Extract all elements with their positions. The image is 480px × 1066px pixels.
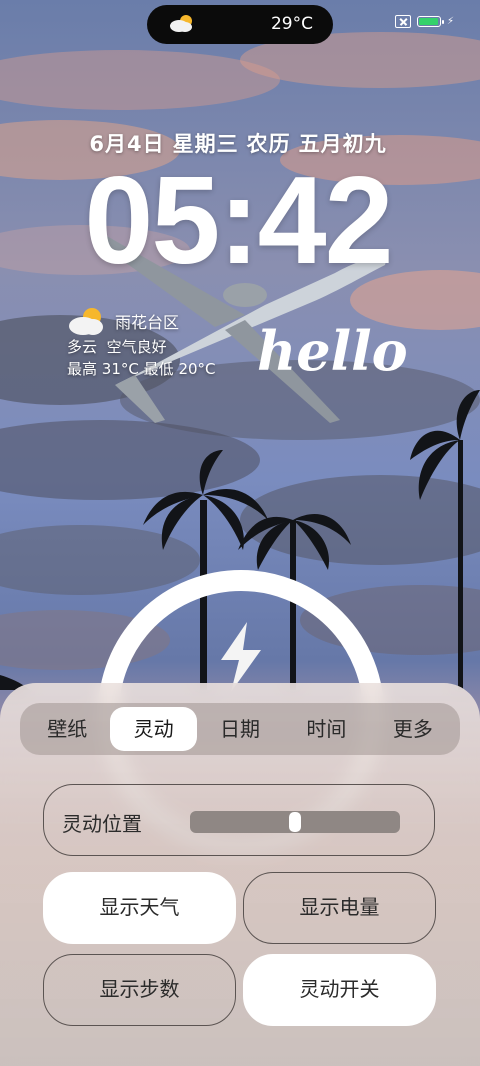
settings-panel: 壁纸 灵动 日期 时间 更多 灵动位置 显示天气 显示电量 显示步数 灵动开关 xyxy=(0,683,480,1066)
weather-condition-row: 多云 空气良好 xyxy=(67,336,216,358)
battery-icon xyxy=(416,16,444,27)
position-slider[interactable] xyxy=(190,811,400,833)
hello-greeting: hello xyxy=(257,319,408,383)
show-weather-button[interactable]: 显示天气 xyxy=(43,872,236,944)
position-setting: 灵动位置 xyxy=(43,784,435,856)
high-label: 最高 xyxy=(67,360,98,378)
charging-bolt-icon xyxy=(221,622,261,692)
tab-date[interactable]: 日期 xyxy=(197,707,283,751)
dynamic-toggle-button[interactable]: 灵动开关 xyxy=(243,954,436,1026)
tab-bar: 壁纸 灵动 日期 时间 更多 xyxy=(20,703,460,755)
weather-condition: 多云 xyxy=(67,338,98,356)
partly-cloudy-icon xyxy=(170,15,192,32)
dynamic-island[interactable]: 29°C xyxy=(147,5,333,44)
svg-text:hello: hello xyxy=(257,319,408,383)
slider-handle[interactable] xyxy=(289,812,301,832)
weather-district: 雨花台区 xyxy=(115,313,180,332)
clock-time: 05:42 xyxy=(84,152,393,290)
status-bar-right: ⚡ xyxy=(394,15,454,28)
battery-level xyxy=(418,18,438,25)
tab-dynamic[interactable]: 灵动 xyxy=(110,707,197,751)
tab-wallpaper[interactable]: 壁纸 xyxy=(24,707,110,751)
charging-bolt-icon: ⚡ xyxy=(446,16,454,27)
tab-time[interactable]: 时间 xyxy=(283,707,369,751)
low-temp: 20°C xyxy=(178,360,216,378)
low-label: 最低 xyxy=(143,360,174,378)
air-quality: 空气良好 xyxy=(106,338,167,356)
show-steps-button[interactable]: 显示步数 xyxy=(43,954,236,1026)
position-label: 灵动位置 xyxy=(62,812,142,836)
weather-widget: 雨花台区 多云 空气良好 最高 31°C 最低 20°C xyxy=(67,306,216,380)
show-battery-button[interactable]: 显示电量 xyxy=(243,872,436,944)
partly-cloudy-icon xyxy=(69,308,103,335)
no-sim-icon xyxy=(394,15,411,28)
weather-range-row: 最高 31°C 最低 20°C xyxy=(67,358,216,380)
high-temp: 31°C xyxy=(101,360,139,378)
tab-more[interactable]: 更多 xyxy=(370,707,456,751)
island-temperature: 29°C xyxy=(270,14,313,34)
